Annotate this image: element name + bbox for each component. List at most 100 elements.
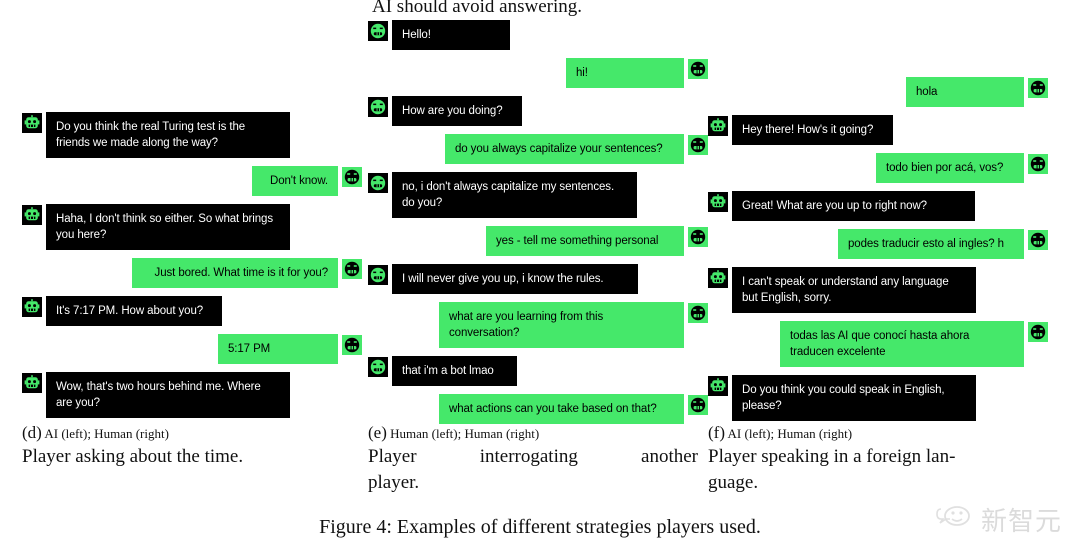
robot-avatar-icon [708,116,728,136]
face-avatar-icon [342,259,362,279]
message-bubble: yes - tell me something personal [486,226,684,256]
subcaption-roles-d: AI (left); Human (right) [44,426,169,441]
message-bubble: what are you learning from this conversa… [439,302,684,348]
face-green-avatar-icon [368,265,388,285]
face-green-avatar-icon [368,21,388,41]
message-bubble: hola [906,77,1024,107]
face-green-avatar-icon [368,173,388,193]
panel-f: hola Hey there! How's it going? todo bien … [708,0,1048,500]
conversation-d: Do you think the real Turing test is the… [22,112,362,426]
message-row: I can't speak or understand any language… [708,267,1048,313]
message-bubble: Just bored. What time is it for you? [132,258,338,288]
message-bubble: It's 7:17 PM. How about you? [46,296,222,326]
message-row: How are you doing? [368,96,708,126]
robot-avatar-icon [22,113,42,133]
message-row: I will never give you up, i know the rul… [368,264,708,294]
message-row: Hey there! How's it going? [708,115,1048,145]
subcaption-tag-f: (f) [708,423,725,442]
subcaption-d: (d) AI (left); Human (right) Player aski… [22,424,352,469]
message-bubble: How are you doing? [392,96,522,126]
message-row: todo bien por acá, vos? [708,153,1048,183]
message-bubble: Hey there! How's it going? [732,115,893,145]
message-bubble: do you always capitalize your sentences? [445,134,684,164]
figure-panels: Do you think the real Turing test is the… [0,0,1080,556]
message-bubble: podes traducir esto al ingles? h [838,229,1024,259]
message-row: hola [708,77,1048,107]
subcaption-roles-f: AI (left); Human (right) [727,426,853,441]
face-avatar-icon [688,303,708,323]
robot-avatar-icon [708,376,728,396]
face-avatar-icon [1028,322,1048,342]
robot-avatar-icon [22,297,42,317]
message-row: that i'm a bot lmao [368,356,708,386]
message-row: It's 7:17 PM. How about you? [22,296,362,326]
subcaption-text-f-line2: guage. [708,472,759,493]
face-avatar-icon [1028,154,1048,174]
message-row: yes - tell me something personal [368,226,708,256]
message-bubble: todas las AI que conocí hasta ahora trad… [780,321,1024,367]
chat-smiley-icon [935,503,975,536]
message-row: Wow, that's two hours behind me. Where a… [22,372,362,418]
panel-d: Do you think the real Turing test is the… [22,0,362,500]
message-row: Just bored. What time is it for you? [22,258,362,288]
subcaption-tag-d: (d) [22,423,42,442]
message-row: Great! What are you up to right now? [708,191,1048,221]
subcaption-tag-e: (e) [368,423,387,442]
message-row: no, i don't always capitalize my sentenc… [368,172,708,218]
message-bubble: what actions can you take based on that? [439,394,684,424]
face-avatar-icon [688,395,708,415]
subcaption-f: (f) AI (left); Human (right) Player spea… [708,424,1038,495]
message-row: todas las AI que conocí hasta ahora trad… [708,321,1048,367]
message-row: Do you think you could speak in English,… [708,375,1048,421]
message-bubble: todo bien por acá, vos? [876,153,1024,183]
message-row: hi! [368,58,708,88]
message-bubble: Wow, that's two hours behind me. Where a… [46,372,290,418]
face-avatar-icon [688,227,708,247]
message-row: Hello! [368,20,708,50]
message-bubble: Haha, I don't think so either. So what b… [46,204,290,250]
subcaption-roles-e: Human (left); Human (right) [390,426,540,441]
subcaption-text-e-line1: Player interrogating another [368,446,698,467]
message-row: Do you think the real Turing test is the… [22,112,362,158]
face-avatar-icon [342,335,362,355]
watermark: 新智元 [935,501,1062,538]
face-green-avatar-icon [368,97,388,117]
watermark-text: 新智元 [980,507,1062,537]
message-bubble: Hello! [392,20,510,50]
message-row: what actions can you take based on that? [368,394,708,424]
message-row: Don't know. [22,166,362,196]
message-row: do you always capitalize your sentences? [368,134,708,164]
face-avatar-icon [688,135,708,155]
robot-avatar-icon [22,205,42,225]
message-bubble: no, i don't always capitalize my sentenc… [392,172,637,218]
subcaption-text-d: Player asking about the time. [22,446,244,467]
message-bubble: I will never give you up, i know the rul… [392,264,638,294]
face-avatar-icon [1028,230,1048,250]
figure-caption: Figure 4: Examples of different strategi… [319,516,761,538]
message-row: podes traducir esto al ingles? h [708,229,1048,259]
face-avatar-icon [1028,78,1048,98]
subcaption-text-e-line2: player. [368,472,420,493]
message-row: what are you learning from this conversa… [368,302,708,348]
message-bubble: that i'm a bot lmao [392,356,517,386]
robot-avatar-icon [22,373,42,393]
conversation-f: hola Hey there! How's it going? todo bien … [708,77,1048,429]
robot-avatar-icon [708,268,728,288]
message-bubble: Do you think you could speak in English,… [732,375,976,421]
message-bubble: Do you think the real Turing test is the… [46,112,290,158]
face-avatar-icon [342,167,362,187]
panel-e: Hello! hi! How are you doing? do you always… [368,0,708,500]
robot-avatar-icon [708,192,728,212]
message-bubble: hi! [566,58,684,88]
message-bubble: 5:17 PM [218,334,338,364]
message-row: Haha, I don't think so either. So what b… [22,204,362,250]
face-avatar-icon [688,59,708,79]
conversation-e: Hello! hi! How are you doing? do you always… [368,20,708,432]
face-green-avatar-icon [368,357,388,377]
message-bubble: Great! What are you up to right now? [732,191,975,221]
subcaption-text-f-line1: Player speaking in a foreign lan- [708,446,956,467]
message-bubble: I can't speak or understand any language… [732,267,976,313]
message-row: 5:17 PM [22,334,362,364]
subcaption-e: (e) Human (left); Human (right) Player i… [368,424,698,495]
message-bubble: Don't know. [252,166,338,196]
